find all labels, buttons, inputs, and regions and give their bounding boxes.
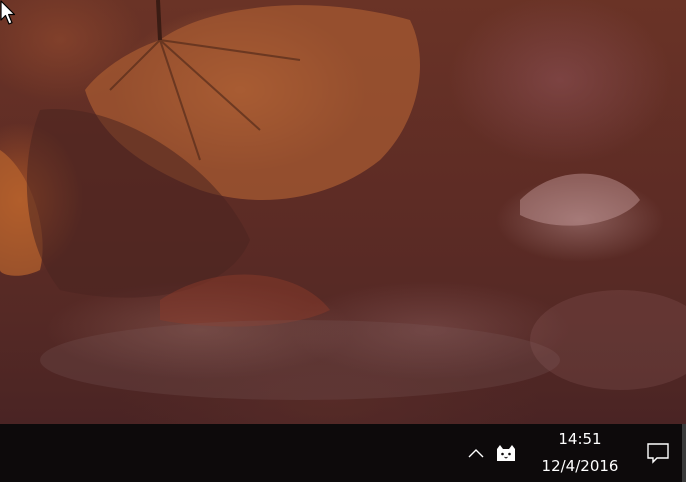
desktop-wallpaper[interactable]: [0, 0, 686, 424]
clock-time: 14:51: [558, 430, 602, 448]
desktop-screen: 14:51 12/4/2016: [0, 0, 686, 482]
chevron-up-icon: [468, 449, 484, 458]
show-hidden-icons-button[interactable]: [464, 433, 488, 473]
action-center-button[interactable]: [634, 429, 682, 477]
notification-icon: [647, 443, 669, 464]
system-tray: 14:51 12/4/2016: [464, 424, 686, 482]
cat-icon: [497, 445, 515, 461]
tray-app-button[interactable]: [492, 433, 520, 473]
show-desktop-button[interactable]: [682, 424, 686, 482]
arrow-pointer-icon: [0, 0, 16, 25]
leaf-shapes: [0, 0, 686, 400]
taskbar[interactable]: 14:51 12/4/2016: [0, 424, 686, 482]
clock-date: 12/4/2016: [541, 457, 619, 475]
taskbar-clock[interactable]: 14:51 12/4/2016: [530, 429, 630, 477]
